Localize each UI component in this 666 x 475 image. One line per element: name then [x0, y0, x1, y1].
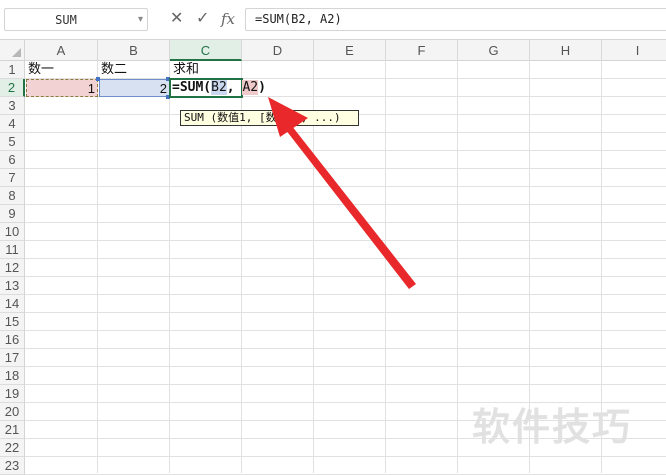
arrow-shaft — [282, 121, 416, 289]
annotation-arrow — [268, 97, 416, 289]
arrow-head — [268, 97, 308, 137]
